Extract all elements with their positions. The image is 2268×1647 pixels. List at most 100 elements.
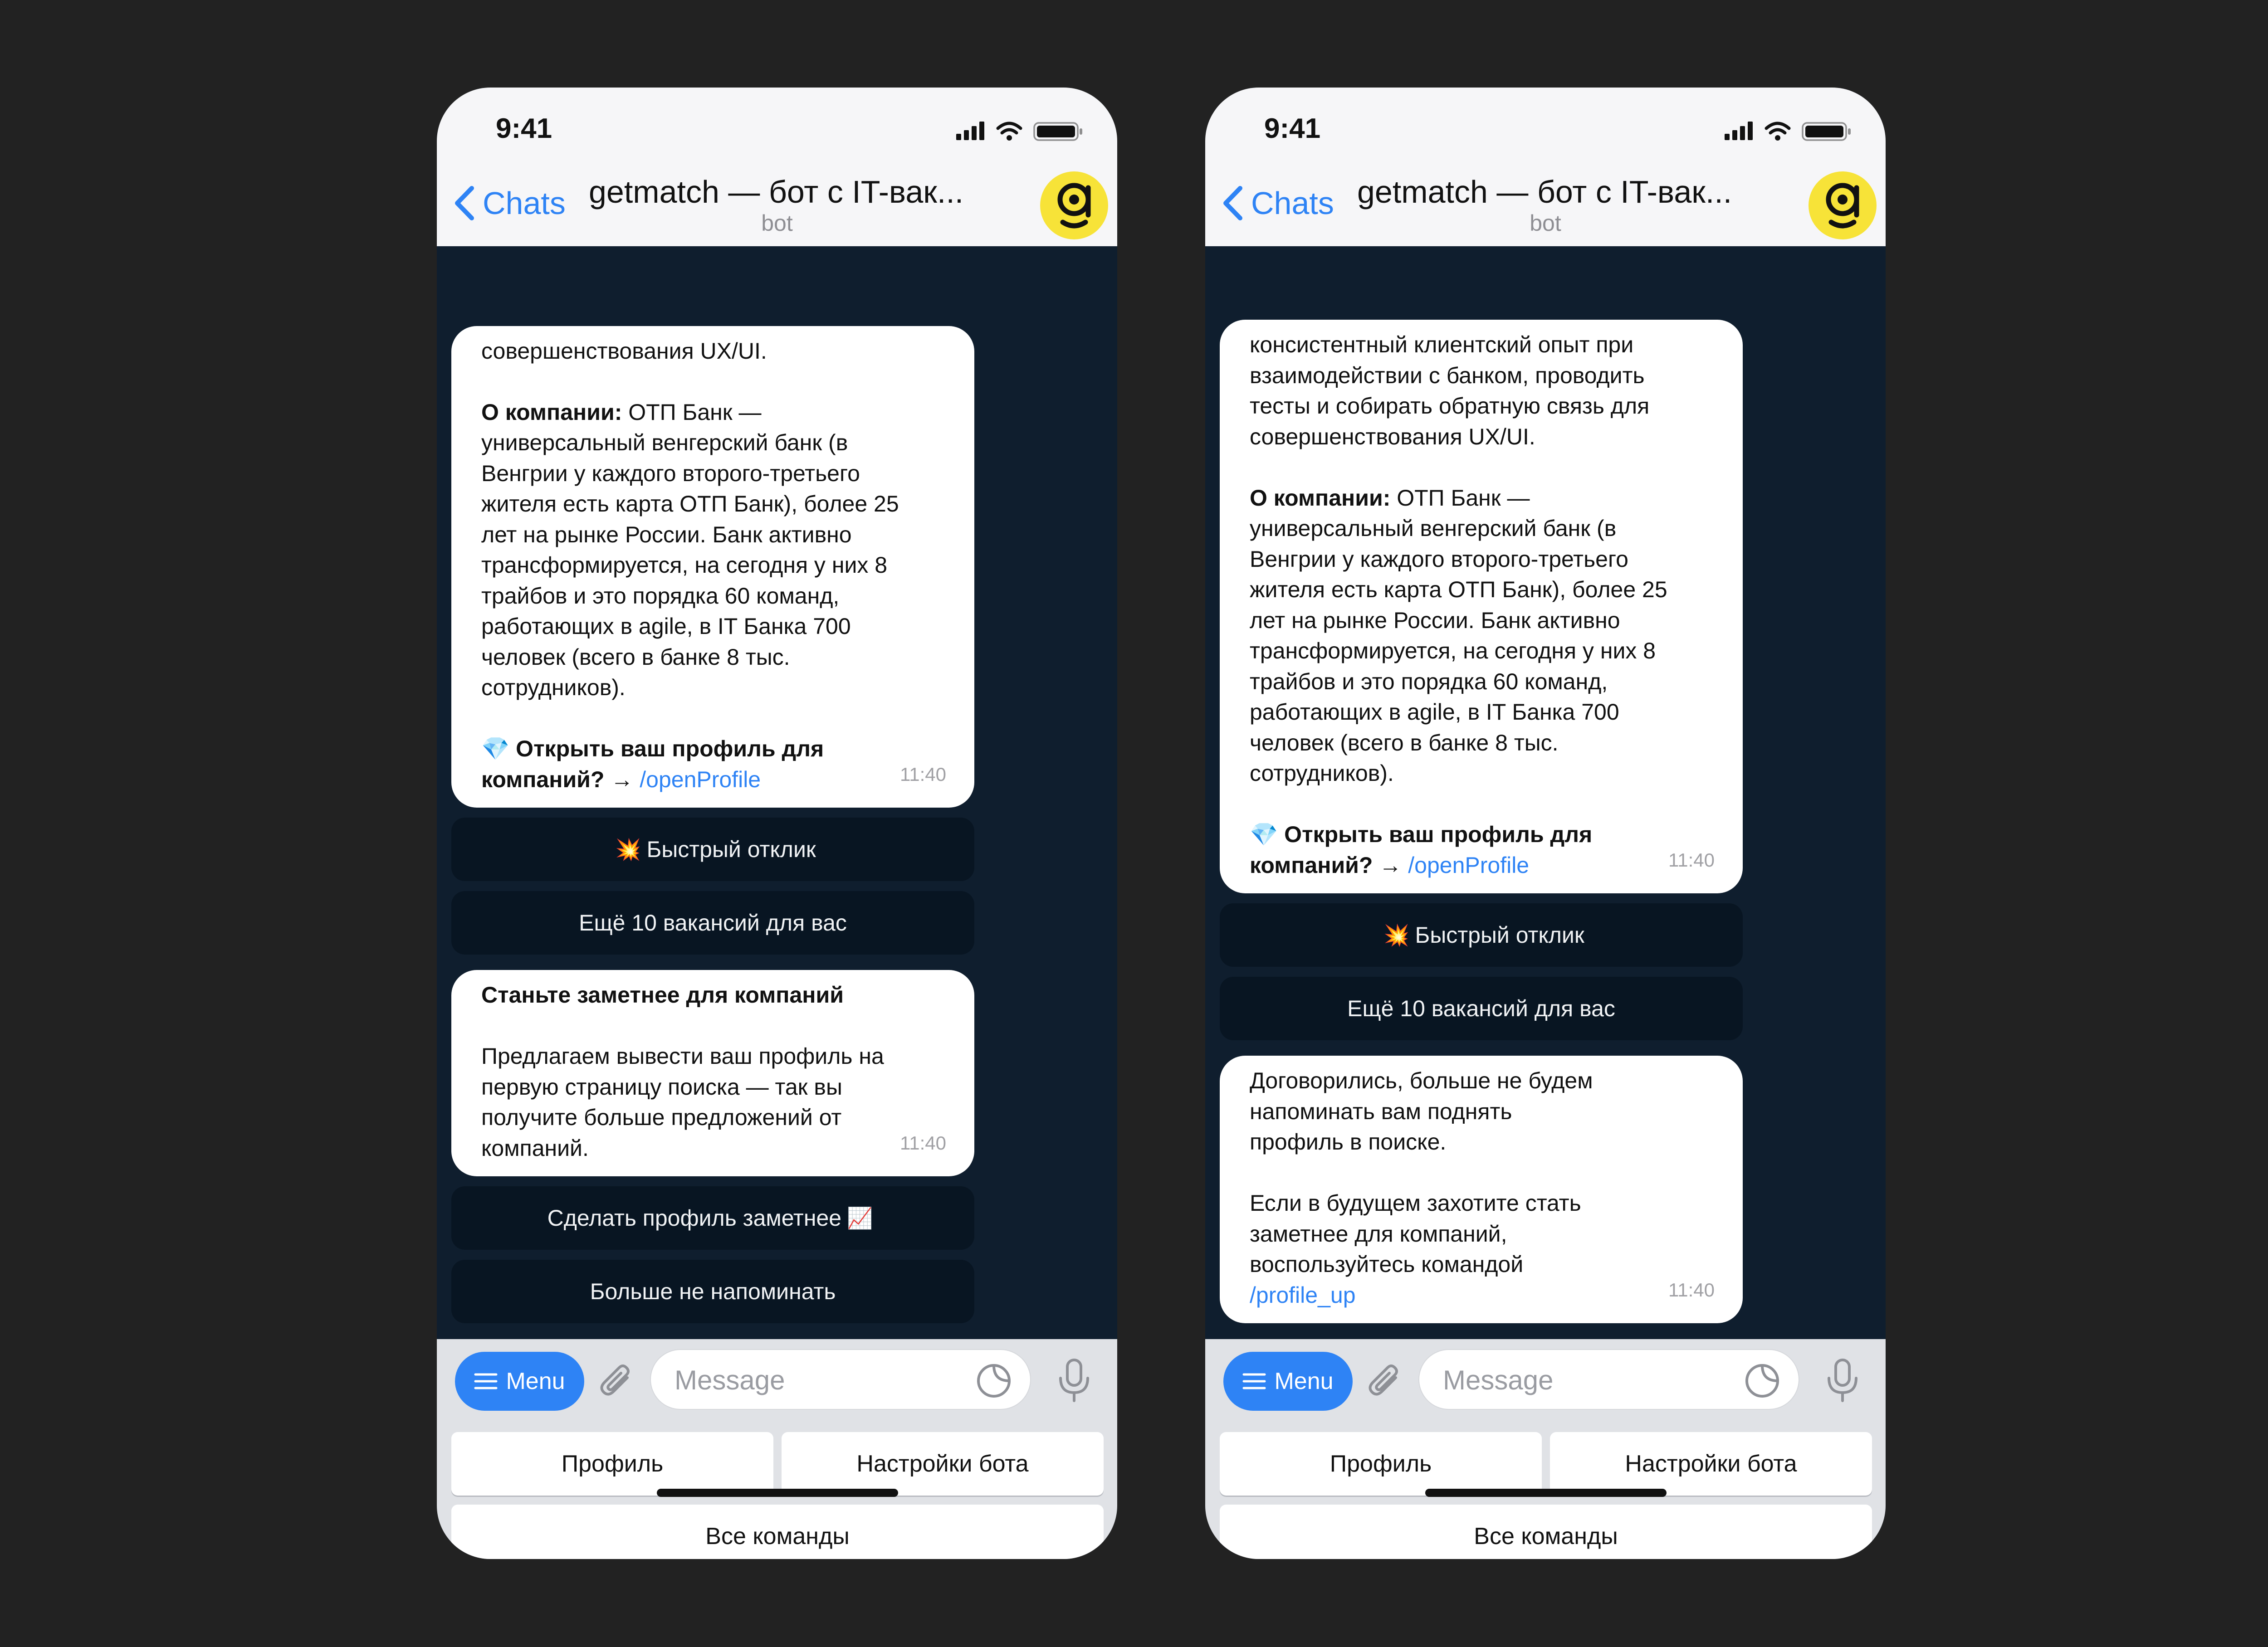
- open-profile-command-link[interactable]: /openProfile: [1408, 853, 1529, 878]
- menu-button[interactable]: Menu: [1223, 1352, 1353, 1411]
- all-commands-key[interactable]: Все команды: [451, 1505, 1104, 1559]
- profile-up-command-link[interactable]: /profile_up: [1250, 1282, 1356, 1308]
- message-line: трайбов и это порядка 60 команд,: [481, 583, 840, 609]
- open-profile-question: компаний? →: [1250, 852, 1402, 878]
- bot-avatar[interactable]: [1809, 171, 1877, 239]
- attachment-icon[interactable]: [1364, 1360, 1407, 1403]
- quick-reply-label: Быстрый отклик: [1415, 922, 1584, 948]
- message-time: 11:40: [900, 763, 946, 785]
- message-input-field[interactable]: [650, 1349, 1031, 1410]
- company-first-line: О компании: ОТП Банк —: [1250, 483, 1715, 514]
- company-first-text: ОТП Банк —: [622, 399, 762, 425]
- message-line: лет на рынке России. Банк активно: [1250, 607, 1620, 633]
- message-line: человек (всего в банке 8 тыс.: [1250, 730, 1559, 755]
- bot-settings-key[interactable]: Настройки бота: [1550, 1432, 1872, 1496]
- status-time: 9:41: [1264, 113, 1321, 144]
- message-line: воспользуйтесь командой: [1250, 1252, 1524, 1277]
- message-line: профиль в поиске.: [1250, 1129, 1447, 1155]
- message-time: 11:40: [1668, 849, 1715, 871]
- message-line: лет на рынке России. Банк активно: [481, 521, 852, 547]
- status-icons: [956, 122, 1082, 141]
- bot-settings-key[interactable]: Настройки бота: [782, 1432, 1104, 1496]
- battery-icon: [1033, 122, 1082, 141]
- message-input-field[interactable]: [1418, 1349, 1799, 1410]
- quick-reply-button[interactable]: 💥 Быстрый отклик: [1220, 903, 1743, 967]
- link-line: /profile_up: [1250, 1280, 1715, 1311]
- open-profile-command-link[interactable]: /openProfile: [640, 767, 761, 792]
- menu-label: Menu: [506, 1368, 565, 1394]
- message-line: заметнее для компаний,: [1250, 1221, 1507, 1247]
- open-profile-question: компаний? →: [481, 766, 634, 792]
- collision-icon: 💥: [1383, 923, 1410, 947]
- open-profile-line-2: компаний? → /openProfile: [481, 765, 946, 795]
- message-title: Станьте заметнее для компаний: [481, 982, 844, 1008]
- getmatch-logo-icon: [1826, 183, 1859, 229]
- more-vacancies-button[interactable]: Ещё 10 вакансий для вас: [1220, 977, 1743, 1040]
- chat-header: 9:41 Chats getmatch — бот с IT-вак... bo…: [1205, 88, 1886, 246]
- gem-icon: 💎: [1250, 822, 1278, 847]
- more-vacancies-button[interactable]: Ещё 10 вакансий для вас: [451, 891, 974, 955]
- status-icons: [1725, 122, 1851, 141]
- message-line: Венгрии у каждого второго-третьего: [1250, 546, 1628, 572]
- message-bubble-vacancy: совершенствования UX/UI. О компании: ОТП…: [451, 326, 974, 808]
- open-profile-text: Открыть ваш профиль для: [516, 736, 824, 761]
- gem-icon: 💎: [481, 736, 510, 761]
- getmatch-logo-icon: [1057, 183, 1091, 229]
- no-remind-button[interactable]: Больше не напоминать: [451, 1260, 974, 1323]
- microphone-icon[interactable]: [1824, 1357, 1861, 1403]
- message-line: человек (всего в банке 8 тыс.: [481, 644, 790, 670]
- message-line: получите больше предложений от: [481, 1105, 842, 1130]
- company-first-line: О компании: ОТП Банк —: [481, 397, 946, 428]
- chat-title[interactable]: getmatch — бот с IT-вак...: [589, 174, 1015, 210]
- message-line: Договорились, больше не будем: [1250, 1068, 1593, 1093]
- all-commands-key[interactable]: Все команды: [1220, 1505, 1872, 1559]
- message-line: Предлагаем вывести ваш профиль на: [481, 1043, 884, 1069]
- microphone-icon[interactable]: [1056, 1357, 1092, 1403]
- sticker-icon[interactable]: [1744, 1363, 1780, 1399]
- wifi-icon: [996, 122, 1022, 135]
- message-line: первую страницу поиска — так вы: [481, 1074, 842, 1100]
- chat-area: консистентный клиентский опыт при взаимо…: [1205, 246, 1886, 1339]
- phone-screen-right: консистентный клиентский опыт при взаимо…: [1205, 88, 1886, 1559]
- company-first-text: ОТП Банк —: [1390, 485, 1530, 511]
- input-area: Menu Профиль Настройки бота Все команды: [437, 1339, 1117, 1559]
- attachment-icon[interactable]: [596, 1360, 639, 1403]
- hamburger-icon: [474, 1373, 498, 1389]
- sticker-icon[interactable]: [976, 1363, 1012, 1399]
- phone-screen-left: совершенствования UX/UI. О компании: ОТП…: [437, 88, 1117, 1559]
- message-time: 11:40: [1668, 1279, 1715, 1301]
- message-line: совершенствования UX/UI.: [1250, 424, 1535, 449]
- hamburger-icon: [1242, 1373, 1266, 1389]
- menu-button[interactable]: Menu: [455, 1352, 584, 1411]
- message-bubble-vacancy: консистентный клиентский опыт при взаимо…: [1220, 320, 1743, 893]
- message-line: взаимодействии с банком, проводить: [1250, 362, 1645, 388]
- chart-up-icon: 📈: [847, 1206, 873, 1230]
- message-line: Если в будущем захотите стать: [1250, 1190, 1581, 1216]
- message-line: трансформируется, на сегодня у них 8: [481, 552, 888, 578]
- message-line: тесты и собирать обратную связь для: [1250, 393, 1650, 419]
- quick-reply-button[interactable]: 💥 Быстрый отклик: [451, 818, 974, 881]
- message-line: жителя есть карта ОТП Банк), более 25: [481, 491, 899, 517]
- message-line: трайбов и это порядка 60 команд,: [1250, 668, 1608, 694]
- status-time: 9:41: [496, 113, 552, 144]
- home-indicator[interactable]: [1425, 1489, 1667, 1497]
- message-input[interactable]: [1442, 1350, 1734, 1410]
- message-time: 11:40: [900, 1132, 946, 1154]
- bot-avatar[interactable]: [1040, 171, 1108, 239]
- message-bubble-confirmation: Договорились, больше не будем напоминать…: [1220, 1056, 1743, 1323]
- open-profile-text: Открыть ваш профиль для: [1284, 822, 1593, 847]
- message-line: совершенствования UX/UI.: [481, 338, 767, 364]
- message-line: напоминать вам поднять: [1250, 1098, 1512, 1124]
- message-line: универсальный венгерский банк (в: [481, 430, 848, 455]
- input-area: Menu Профиль Настройки бота Все команды: [1205, 1339, 1886, 1559]
- wifi-icon: [1765, 122, 1791, 135]
- chat-title[interactable]: getmatch — бот с IT-вак...: [1357, 174, 1784, 210]
- profile-key[interactable]: Профиль: [1220, 1432, 1542, 1496]
- chat-area: совершенствования UX/UI. О компании: ОТП…: [437, 246, 1117, 1339]
- message-input[interactable]: [674, 1350, 966, 1410]
- home-indicator[interactable]: [657, 1489, 898, 1497]
- message-line: Венгрии у каждого второго-третьего: [481, 460, 860, 486]
- make-profile-visible-button[interactable]: Сделать профиль заметнее 📈: [451, 1186, 974, 1250]
- profile-key[interactable]: Профиль: [451, 1432, 773, 1496]
- message-line: трансформируется, на сегодня у них 8: [1250, 638, 1656, 663]
